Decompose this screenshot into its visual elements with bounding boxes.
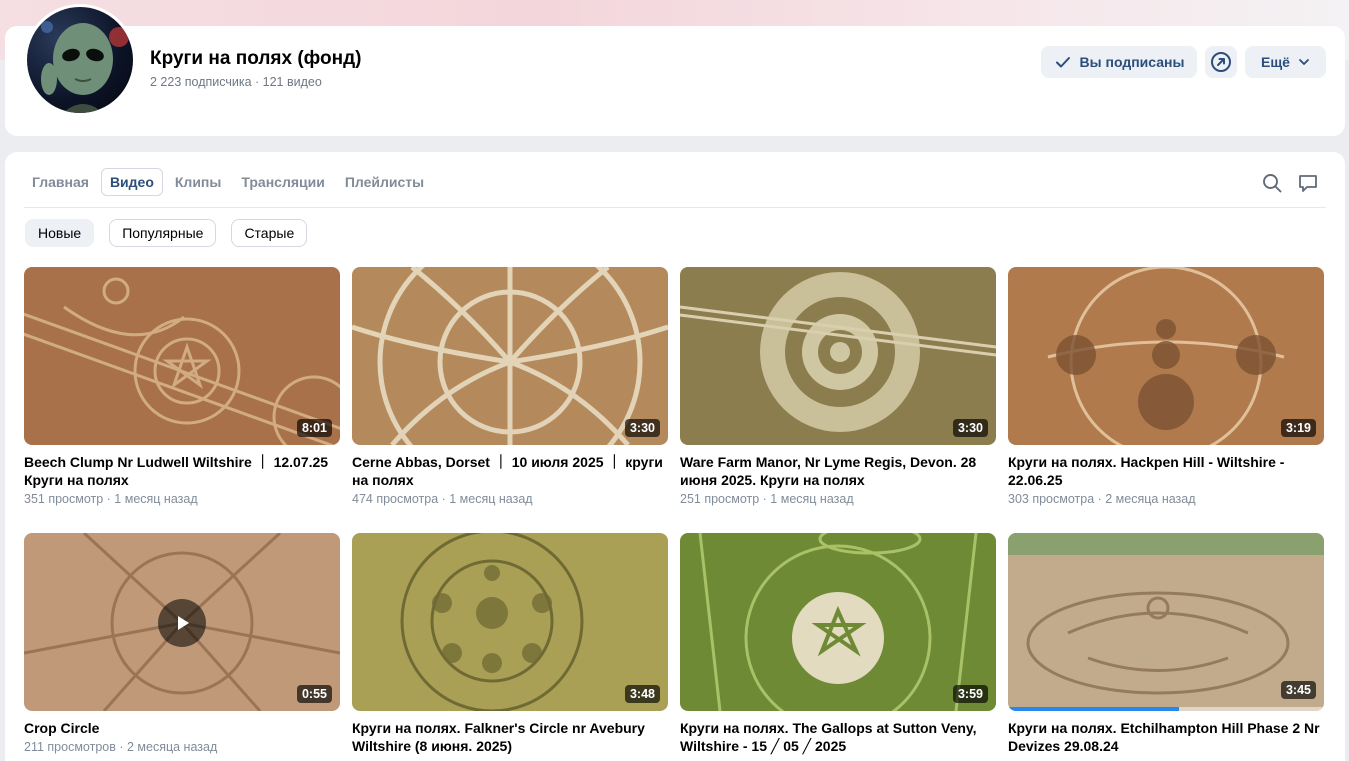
video-thumbnail[interactable]: 8:01 xyxy=(24,267,340,445)
video-title[interactable]: Beech Clump Nr Ludwell Wiltshire ｜ 12.07… xyxy=(24,453,340,489)
watch-progress-fill xyxy=(1008,707,1179,711)
alien-avatar-image xyxy=(41,21,129,113)
tab-videos[interactable]: Видео xyxy=(100,168,163,196)
video-duration: 3:59 xyxy=(952,685,988,703)
video-stats: 251 просмотр · 1 месяц назад xyxy=(680,492,854,506)
video-duration: 3:19 xyxy=(1280,419,1316,437)
video-title[interactable]: Круги на полях. Falkner's Circle nr Aveb… xyxy=(352,719,668,755)
more-button[interactable]: Ещё xyxy=(1245,46,1326,78)
video-title[interactable]: Круги на полях. The Gallops at Sutton Ve… xyxy=(680,719,996,755)
share-arrow-icon xyxy=(1211,52,1231,72)
video-stats: 303 просмотра · 2 месяца назад xyxy=(1008,492,1196,506)
play-icon xyxy=(178,616,189,630)
sort-popular-chip[interactable]: Популярные xyxy=(109,219,217,247)
video-card[interactable]: 0:55 Crop Circle 211 просмотров · 2 меся… xyxy=(24,533,340,761)
video-thumbnail[interactable]: 3:19 xyxy=(1008,267,1324,445)
video-thumbnail[interactable]: 3:59 xyxy=(680,533,996,711)
more-label: Ещё xyxy=(1261,54,1290,70)
crop-circle-thumbnail-image xyxy=(1008,533,1324,711)
crop-circle-thumbnail-image xyxy=(352,533,668,711)
play-button[interactable] xyxy=(158,599,206,647)
video-stats: 211 просмотров · 2 месяца назад xyxy=(24,740,218,754)
video-thumbnail[interactable]: 0:55 xyxy=(24,533,340,711)
watch-progress-bar xyxy=(1008,707,1324,711)
check-icon xyxy=(1055,57,1070,68)
video-thumbnail[interactable]: 3:30 xyxy=(352,267,668,445)
crop-circle-thumbnail-image xyxy=(680,533,996,711)
sort-chips: Новые Популярные Старые xyxy=(25,219,308,247)
crop-circle-thumbnail-image xyxy=(24,267,340,445)
video-title[interactable]: Cerne Abbas, Dorset ｜ 10 июля 2025 ｜ кру… xyxy=(352,453,668,489)
tab-clips[interactable]: Клипы xyxy=(167,168,229,196)
tabs-divider xyxy=(24,207,1326,208)
sort-new-chip[interactable]: Новые xyxy=(25,219,95,247)
video-title[interactable]: Круги на полях. Hackpen Hill - Wiltshire… xyxy=(1008,453,1324,489)
subscribed-label: Вы подписаны xyxy=(1079,54,1185,70)
sort-old-chip[interactable]: Старые xyxy=(231,219,308,247)
video-card[interactable]: 3:48 Круги на полях. Falkner's Circle nr… xyxy=(352,533,668,761)
video-stats: 474 просмотра · 1 месяц назад xyxy=(352,492,533,506)
crop-circle-thumbnail-image xyxy=(352,267,668,445)
channel-avatar[interactable] xyxy=(24,4,136,116)
video-duration: 3:48 xyxy=(624,685,660,703)
crop-circle-thumbnail-image xyxy=(680,267,996,445)
video-thumbnail[interactable]: 3:30 xyxy=(680,267,996,445)
video-card[interactable]: 3:30 Cerne Abbas, Dorset ｜ 10 июля 2025 … xyxy=(352,267,668,533)
channel-stats: 2 223 подписчика · 121 видео xyxy=(150,75,322,89)
video-title[interactable]: Круги на полях. Etchilhampton Hill Phase… xyxy=(1008,719,1324,755)
videos-section: Главная Видео Клипы Трансляции Плейлисты… xyxy=(5,152,1345,761)
video-card[interactable]: 3:30 Ware Farm Manor, Nr Lyme Regis, Dev… xyxy=(680,267,996,533)
video-stats: 351 просмотр · 1 месяц назад xyxy=(24,492,198,506)
tab-streams[interactable]: Трансляции xyxy=(233,168,332,196)
comment-icon[interactable] xyxy=(1297,172,1319,194)
video-card[interactable]: 3:59 Круги на полях. The Gallops at Sutt… xyxy=(680,533,996,761)
video-duration: 0:55 xyxy=(296,685,332,703)
crop-circle-thumbnail-image xyxy=(1008,267,1324,445)
channel-header: Круги на полях (фонд) 2 223 подписчика ·… xyxy=(5,4,1345,136)
tab-playlists[interactable]: Плейлисты xyxy=(337,168,432,196)
chevron-down-icon xyxy=(1299,59,1309,65)
video-title[interactable]: Ware Farm Manor, Nr Lyme Regis, Devon. 2… xyxy=(680,453,996,489)
video-grid: 8:01 Beech Clump Nr Ludwell Wiltshire ｜ … xyxy=(24,267,1324,761)
video-title[interactable]: Crop Circle xyxy=(24,719,340,737)
video-duration: 3:30 xyxy=(952,419,988,437)
section-tabs: Главная Видео Клипы Трансляции Плейлисты xyxy=(24,168,432,196)
subscribed-button[interactable]: Вы подписаны xyxy=(1041,46,1197,78)
video-card[interactable]: 8:01 Beech Clump Nr Ludwell Wiltshire ｜ … xyxy=(24,267,340,533)
video-duration: 3:45 xyxy=(1280,681,1316,699)
share-button[interactable] xyxy=(1205,46,1237,78)
video-card[interactable]: 3:45 Круги на полях. Etchilhampton Hill … xyxy=(1008,533,1324,761)
tab-main[interactable]: Главная xyxy=(24,168,97,196)
channel-title: Круги на полях (фонд) xyxy=(150,48,362,69)
video-thumbnail[interactable]: 3:48 xyxy=(352,533,668,711)
search-icon[interactable] xyxy=(1261,172,1283,194)
video-duration: 8:01 xyxy=(296,419,332,437)
video-thumbnail[interactable]: 3:45 xyxy=(1008,533,1324,711)
video-duration: 3:30 xyxy=(624,419,660,437)
video-card[interactable]: 3:19 Круги на полях. Hackpen Hill - Wilt… xyxy=(1008,267,1324,533)
